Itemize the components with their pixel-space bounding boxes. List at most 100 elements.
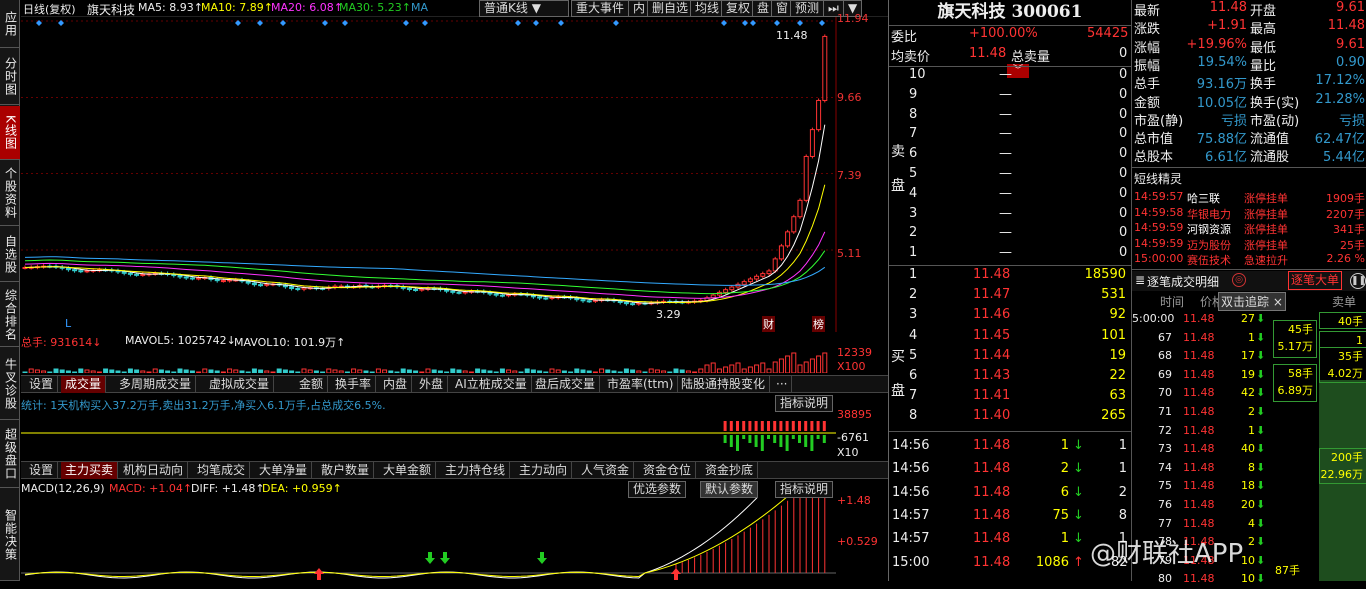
forecast-button[interactable]: 预测 [790, 0, 825, 17]
candle [295, 288, 301, 291]
jingling-stock[interactable]: 哈三联 [1187, 190, 1220, 207]
tab-item[interactable]: 设置 [25, 462, 59, 479]
volume-bar [785, 355, 791, 373]
settings-icon[interactable]: ◎ [1232, 273, 1246, 287]
sell-volume: 0 [1119, 166, 1128, 181]
tab-item[interactable]: 金额 [295, 376, 329, 393]
tab-item[interactable]: 大单净量 [255, 462, 313, 479]
tab-item[interactable]: 主力买卖 [61, 462, 119, 479]
tab-item[interactable]: 主力持仓线 [441, 462, 511, 479]
event-marker[interactable] [235, 20, 241, 26]
indicator-help-button[interactable]: 指标说明 [775, 395, 834, 412]
tab-item[interactable]: 大单金额 [379, 462, 437, 479]
optimal-params-button[interactable]: 优选参数 [628, 481, 687, 498]
price-axis-label: 9.66 [837, 91, 862, 104]
volume-bar [363, 370, 369, 373]
event-marker[interactable] [774, 20, 780, 26]
tab-item[interactable]: 人气资金 [577, 462, 635, 479]
tab-item[interactable]: 盘后成交量 [531, 376, 601, 393]
tab-item[interactable]: 成交量 [61, 376, 107, 393]
candle [258, 284, 264, 287]
ma-button[interactable]: 均线 [690, 0, 725, 17]
volume-bar [65, 370, 71, 373]
sidebar-item[interactable]: K线图 [0, 106, 20, 160]
sidebar-item[interactable]: 自选股 [0, 227, 20, 282]
default-params-button[interactable]: 默认参数 [700, 481, 759, 498]
jingling-stock[interactable]: 迈为股份 [1187, 237, 1231, 254]
stat-bar [729, 435, 733, 447]
big-orders-button[interactable]: 逐笔大单 [1288, 271, 1343, 290]
delete-watchlist-button[interactable]: 删自选 [647, 0, 694, 17]
sidebar-item[interactable]: 牛叉诊股 [0, 348, 20, 420]
sidebar-item[interactable]: 个股资料 [0, 161, 20, 226]
sidebar-item[interactable]: 智能决策 [0, 489, 20, 581]
zhubi-time: 71 [1158, 405, 1172, 418]
kline-chart[interactable] [21, 17, 888, 332]
jingling-stock[interactable]: 河钢资源 [1187, 221, 1231, 238]
extra-volume: 87手 [1275, 564, 1300, 577]
tab-item[interactable]: 设置 [25, 376, 59, 393]
tab-item[interactable]: 机构日动向 [119, 462, 189, 479]
buy-signal-icon [314, 568, 324, 580]
volume-bar [685, 370, 691, 373]
event-marker[interactable] [613, 20, 619, 26]
event-marker[interactable] [58, 20, 64, 26]
buy-volume: 531 [1101, 287, 1126, 303]
tab-item[interactable]: 内盘 [379, 376, 413, 393]
kline-type-select[interactable]: 普通K线 ▼ [479, 0, 569, 17]
sidebar-item[interactable]: 超级盘口 [0, 421, 20, 488]
period-label[interactable]: 日线(复权) [23, 1, 76, 17]
tab-item[interactable]: ··· [772, 376, 793, 393]
tab-item[interactable]: 市盈率(ttm) [603, 376, 679, 393]
volume-bar [518, 371, 524, 373]
tab-item[interactable]: 外盘 [415, 376, 449, 393]
tab-item[interactable]: 换手率 [331, 376, 377, 393]
sell-volume: 0 [1119, 245, 1128, 261]
event-marker[interactable] [280, 20, 286, 26]
volume-bar [816, 355, 822, 373]
event-marker[interactable] [403, 20, 409, 26]
ma5-value: MA5: 8.93↑ [138, 1, 203, 14]
macd-help-button[interactable]: 指标说明 [775, 481, 834, 498]
tab-item[interactable]: AI立桩成交量 [451, 376, 532, 393]
jingling-stock[interactable]: 华银电力 [1187, 206, 1231, 223]
sidebar-item[interactable]: 分时图 [0, 49, 20, 105]
sidebar-item[interactable]: 应用 [0, 0, 20, 48]
tab-item[interactable]: 散户数量 [317, 462, 375, 479]
tab-item[interactable]: 陆股通持股变化 [677, 376, 771, 393]
candle [760, 273, 766, 277]
tab-item[interactable]: 多周期成交量 [115, 376, 197, 393]
ranking-marker[interactable]: 榜 [812, 316, 825, 332]
finance-marker[interactable]: 财 [762, 316, 775, 332]
jingling-stock[interactable]: 赛伍技术 [1187, 252, 1231, 269]
event-marker[interactable] [515, 20, 521, 26]
quote-title: 旗天科技 300061 [937, 2, 1083, 22]
event-marker[interactable] [533, 20, 539, 26]
volume-bar [766, 368, 772, 373]
macd-chart[interactable] [21, 498, 836, 581]
tab-item[interactable]: 均笔成交 [193, 462, 251, 479]
pause-icon[interactable]: ❚❚ [1350, 273, 1366, 289]
volume-bar [270, 371, 276, 373]
tick-count: 1 [1118, 438, 1127, 453]
mavol5: MAVOL5: 1025742↓ [125, 334, 236, 347]
institution-chart[interactable] [21, 413, 836, 461]
tick-price: 11.48 [973, 461, 1011, 477]
tab-item[interactable]: 资金仓位 [639, 462, 697, 479]
tab-item[interactable]: 虚拟成交量 [205, 376, 275, 393]
fuquan-button[interactable]: 复权 [721, 0, 756, 17]
volume-bar [388, 370, 394, 373]
event-marker[interactable] [750, 20, 756, 26]
event-marker[interactable] [819, 20, 825, 26]
track-tooltip[interactable]: 双击追踪 × [1218, 292, 1286, 311]
volume-bar [487, 370, 493, 373]
tab-item[interactable]: 主力动向 [515, 462, 573, 479]
tab-item[interactable]: 资金抄底 [701, 462, 759, 479]
events-button[interactable]: 重大事件 [571, 0, 630, 17]
event-marker[interactable] [558, 20, 564, 26]
volume-chart[interactable] [21, 348, 836, 373]
weibo-logo-icon [1087, 533, 1119, 561]
zhubi-price: 11.48 [1183, 479, 1215, 493]
sidebar-item[interactable]: 综合排名 [0, 283, 20, 347]
arrow-down-icon: ↓ [1073, 507, 1084, 523]
